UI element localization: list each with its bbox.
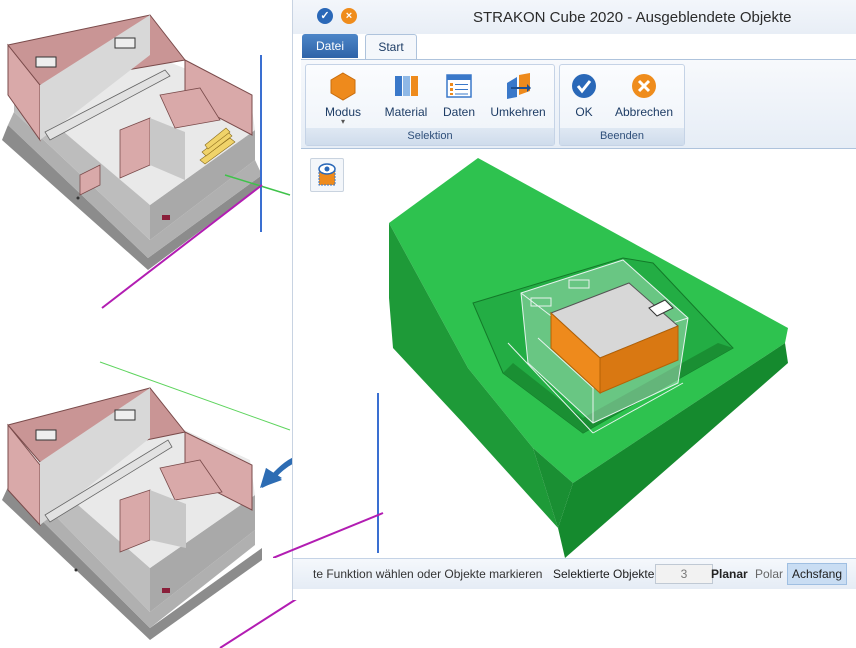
cancel-circle-icon[interactable]: × [341, 8, 357, 24]
check-circle-icon[interactable]: ✓ [317, 8, 333, 24]
group-label-beenden: Beenden [560, 128, 684, 145]
daten-button[interactable]: Daten [434, 67, 484, 127]
umkehren-label: Umkehren [490, 105, 546, 119]
umkehren-button[interactable]: Umkehren [486, 67, 550, 127]
group-beenden: OK Abbrechen Beenden [559, 64, 685, 146]
group-selektion: Modus ▾ Material Daten Umkehren Selektio… [305, 64, 555, 146]
axis-lines [273, 512, 384, 558]
invert-selection-icon [507, 73, 531, 99]
group-label-selektion: Selektion [306, 128, 554, 145]
building-bottom-view [2, 361, 299, 648]
modus-button[interactable]: Modus ▾ [312, 67, 374, 127]
tab-start[interactable]: Start [365, 34, 417, 59]
material-label: Material [384, 105, 428, 119]
status-message: te Funktion wählen oder Objekte markiere… [313, 567, 543, 581]
selected-objects-label: Selektierte Objekte [553, 567, 655, 581]
app-window: ✓ × STRAKON Cube 2020 - Ausgeblendete Ob… [273, 0, 856, 600]
achsfang-toggle[interactable]: Achsfang [787, 563, 847, 585]
daten-label: Daten [442, 105, 476, 119]
tab-datei[interactable]: Datei [302, 34, 358, 58]
abbrechen-label: Abbrechen [614, 105, 674, 119]
building-model-illustration [2, 14, 300, 648]
3d-viewport[interactable] [273, 148, 856, 558]
ok-check-icon [572, 74, 596, 98]
window-title: STRAKON Cube 2020 - Ausgeblendete Objekt… [473, 9, 792, 26]
material-icon [395, 76, 418, 96]
ribbon: Modus ▾ Material Daten Umkehren Selektio… [301, 59, 856, 149]
polar-toggle[interactable]: Polar [755, 567, 783, 581]
ribbon-tabs: Datei Start [293, 34, 856, 60]
status-bar: te Funktion wählen oder Objekte markiere… [293, 558, 856, 589]
planar-toggle[interactable]: Planar [711, 567, 748, 581]
cancel-x-icon [632, 74, 656, 98]
abbrechen-button[interactable]: Abbrechen [608, 67, 680, 127]
material-button[interactable]: Material [378, 67, 434, 127]
ok-button[interactable]: OK [564, 67, 604, 127]
selected-objects-count: 3 [655, 564, 713, 584]
data-list-icon [446, 74, 472, 98]
building-top-view [2, 14, 291, 309]
chevron-down-icon: ▾ [340, 117, 345, 126]
title-bar: ✓ × STRAKON Cube 2020 - Ausgeblendete Ob… [293, 0, 856, 34]
ok-label: OK [575, 105, 593, 119]
hexagon-mode-icon [330, 72, 356, 101]
